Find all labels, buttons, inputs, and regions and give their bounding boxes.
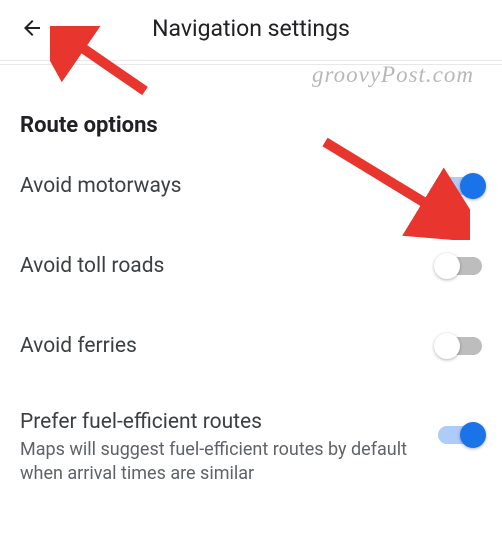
app-header: Navigation settings [0,0,502,56]
settings-content: Route options Avoid motorways Avoid toll… [0,113,502,507]
section-title-route-options: Route options [20,113,482,138]
row-prefer-fuel-efficient[interactable]: Prefer fuel-efficient routes Maps will s… [20,386,482,507]
row-avoid-motorways[interactable]: Avoid motorways [20,146,482,226]
page-title: Navigation settings [152,15,350,42]
row-sublabel: Maps will suggest fuel-efficient routes … [20,438,418,487]
watermark-text: groovyPost.com [312,62,474,88]
row-label: Avoid motorways [20,174,418,198]
back-button[interactable] [12,8,52,48]
divider [0,60,502,61]
toggle-knob [434,253,460,279]
toggle-knob [434,333,460,359]
row-label: Prefer fuel-efficient routes [20,410,418,434]
toggle-avoid-ferries[interactable] [438,337,482,355]
toggle-knob [460,422,486,448]
row-label: Avoid toll roads [20,254,418,278]
toggle-knob [460,173,486,199]
back-arrow-icon [20,16,44,40]
toggle-avoid-toll-roads[interactable] [438,257,482,275]
row-label: Avoid ferries [20,334,418,358]
toggle-avoid-motorways[interactable] [438,177,482,195]
toggle-prefer-fuel-efficient[interactable] [438,426,482,444]
row-avoid-toll-roads[interactable]: Avoid toll roads [20,226,482,306]
row-avoid-ferries[interactable]: Avoid ferries [20,306,482,386]
